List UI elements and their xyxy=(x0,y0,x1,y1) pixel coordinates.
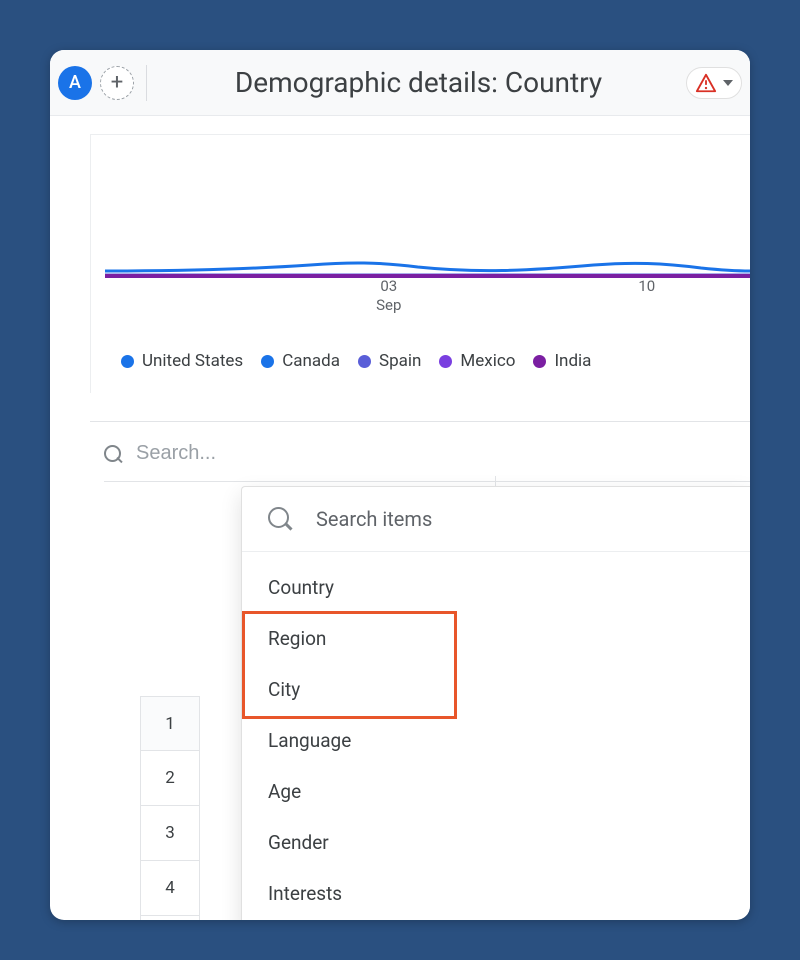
legend-dot-icon xyxy=(121,355,134,368)
legend-label: United States xyxy=(142,351,243,371)
legend-item[interactable]: Mexico xyxy=(439,351,515,371)
row-number-cell: 2 xyxy=(140,751,200,806)
dropdown-item[interactable]: Gender xyxy=(242,817,750,868)
dropdown-search-row: Search items xyxy=(242,487,750,552)
warning-icon xyxy=(695,72,717,94)
dropdown-item[interactable]: Country xyxy=(242,562,750,613)
row-number-cell: 5 xyxy=(140,916,200,920)
divider xyxy=(104,481,750,482)
row-number-cell: 4 xyxy=(140,861,200,916)
search-row xyxy=(104,442,750,465)
dropdown-list: CountryRegionCityLanguageAgeGenderIntere… xyxy=(242,552,750,920)
legend-item[interactable]: Spain xyxy=(358,351,421,371)
search-input[interactable] xyxy=(136,442,750,465)
dropdown-item[interactable]: Interests xyxy=(242,868,750,919)
row-number-cell: 3 xyxy=(140,806,200,861)
dropdown-item[interactable]: City xyxy=(242,664,750,715)
report-panel: A + Demographic details: Country 03 Sep xyxy=(50,50,750,920)
x-axis-tick: 03 Sep xyxy=(376,277,401,315)
dropdown-item[interactable]: Age xyxy=(242,766,750,817)
legend-label: Spain xyxy=(379,351,421,371)
divider xyxy=(146,65,147,101)
line-chart[interactable]: 03 Sep 10 xyxy=(105,155,750,295)
search-icon xyxy=(104,445,122,463)
chart-card: 03 Sep 10 United States Canada Spain Mexico… xyxy=(90,134,750,393)
report-body: 03 Sep 10 United States Canada Spain Mexico… xyxy=(50,116,750,920)
x-axis-tick: 10 xyxy=(638,277,655,296)
row-number-cell: 1 xyxy=(140,696,200,751)
divider xyxy=(90,421,750,422)
chart-legend: United States Canada Spain Mexico India xyxy=(121,351,750,371)
dimension-dropdown: Search items CountryRegionCityLanguageAg… xyxy=(241,486,750,920)
data-quality-warning-button[interactable] xyxy=(686,67,742,99)
legend-dot-icon xyxy=(439,355,452,368)
legend-dot-icon xyxy=(261,355,274,368)
page-title: Demographic details: Country xyxy=(159,66,678,99)
header-bar: A + Demographic details: Country xyxy=(50,50,750,116)
search-icon xyxy=(268,507,292,531)
add-comparison-button[interactable]: + xyxy=(100,66,134,100)
legend-item[interactable]: India xyxy=(533,351,591,371)
chevron-down-icon xyxy=(723,80,733,86)
legend-item[interactable]: United States xyxy=(121,351,243,371)
dropdown-item[interactable]: Region xyxy=(242,613,750,664)
legend-label: Canada xyxy=(282,351,340,371)
dropdown-item[interactable]: Language xyxy=(242,715,750,766)
legend-dot-icon xyxy=(533,355,546,368)
legend-dot-icon xyxy=(358,355,371,368)
row-number-column: 12345 xyxy=(140,696,200,920)
dropdown-search-placeholder[interactable]: Search items xyxy=(316,507,432,531)
legend-item[interactable]: Canada xyxy=(261,351,340,371)
legend-label: Mexico xyxy=(460,351,515,371)
legend-label: India xyxy=(554,351,591,371)
account-avatar[interactable]: A xyxy=(58,66,92,100)
